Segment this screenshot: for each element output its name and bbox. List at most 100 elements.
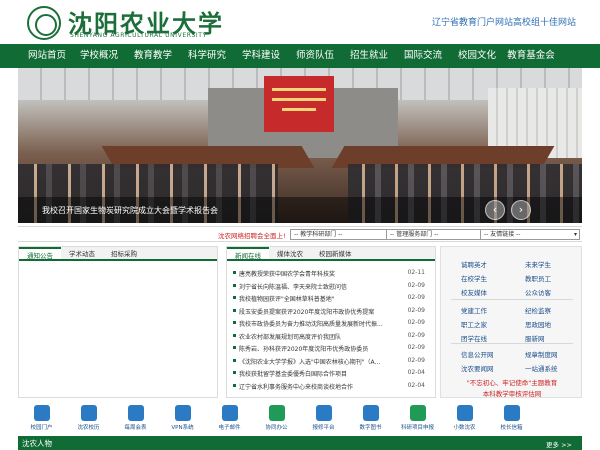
tab-bidding[interactable]: 招标采购	[103, 247, 145, 259]
nav-item-home[interactable]: 网站首页	[22, 44, 72, 68]
news-title[interactable]: 我校获批留学基金委優秀白国际合作项目	[239, 369, 419, 378]
tab-new-media[interactable]: 校园新媒体	[311, 247, 360, 259]
nav-item-international[interactable]: 国际交流	[396, 44, 450, 68]
link-grid-item[interactable]: 思政园地	[525, 319, 551, 329]
link-grid-item[interactable]: 规章制度网	[525, 349, 558, 359]
university-seal-logo[interactable]	[27, 6, 61, 40]
screen-line	[272, 88, 326, 91]
bullet-icon	[233, 296, 236, 299]
banner-caption[interactable]: 我校召开国家生物炭研究院成立大会暨学术报告会	[42, 205, 218, 216]
recruitment-marquee[interactable]: 沈农网络招聘会全面上!	[218, 230, 286, 240]
nav-item-faculty[interactable]: 师资队伍	[288, 44, 342, 68]
news-date: 02-09	[407, 319, 425, 326]
news-item[interactable]: 农业农村部发展规划司高度评价我团队 02-09	[233, 330, 429, 343]
news-date: 02-09	[407, 356, 425, 364]
news-item[interactable]: 辽宁省水利事务服务中心来校商谈校地合作 02-04	[233, 380, 429, 393]
news-title[interactable]: 农业农村部发展规划司高度评价我团队	[239, 332, 419, 341]
service-link-library-icon[interactable]: 数字图书	[347, 402, 394, 434]
news-title[interactable]: 段玉安委员提案获评2020年度沈阳市政协优秀提案	[239, 307, 419, 316]
select-value: -- 管理服务部门 --	[390, 231, 439, 238]
link-grid-item[interactable]: 团学在线	[461, 333, 487, 343]
link-grid-item[interactable]: 服新网	[525, 333, 545, 343]
news-item[interactable]: 段玉安委员提案获评2020年度沈阳市政协优秀提案 02-09	[233, 305, 429, 318]
service-link-president-mail-icon[interactable]: 校长信箱	[488, 402, 535, 434]
nav-item-foundation[interactable]: 教育基金会	[504, 44, 558, 68]
friendly-links-select[interactable]: -- 友情链接 -- ▾	[480, 229, 580, 240]
news-item[interactable]: 《沈阳农业大学学报》入选"中国农林核心期刊"（A... 02-09	[233, 355, 429, 368]
bullet-icon	[233, 283, 236, 287]
nav-item-research[interactable]: 科学研究	[180, 44, 234, 68]
nav-item-disciplines[interactable]: 学科建设	[234, 44, 288, 68]
screen-line	[282, 108, 316, 111]
tab-academic[interactable]: 学术动态	[61, 247, 103, 259]
link-grid-item[interactable]: 纪检监察	[525, 305, 551, 315]
news-title[interactable]: 唐亮教授荣获中国农学会青年科技奖	[239, 269, 419, 278]
nav-item-admissions[interactable]: 招生就业	[342, 44, 396, 68]
divider	[451, 343, 573, 344]
link-grid-item[interactable]: 诚聘英才	[461, 259, 487, 269]
news-title[interactable]: 陈秀岩、孙科获评2020年度沈阳市优秀政协委员	[239, 344, 419, 353]
nav-item-culture[interactable]: 校园文化	[450, 44, 504, 68]
blank-icon	[550, 405, 567, 421]
tab-news-online[interactable]: 新闻在线	[227, 247, 269, 260]
service-link-research-icon[interactable]: 科研项目申报	[394, 402, 441, 434]
link-grid-item[interactable]: 校友媒体	[461, 287, 487, 297]
news-item[interactable]: 我校植物园获评"全国林草科普基地" 02-09	[233, 292, 429, 305]
link-grid-item[interactable]: 一站通系统	[525, 363, 558, 373]
nav-item-education[interactable]: 教育教学	[126, 44, 180, 68]
service-link-calendar-icon[interactable]: 沈农校历	[65, 402, 112, 434]
banner-prev-button[interactable]: ‹	[485, 200, 505, 220]
news-item[interactable]: 唐亮教授荣获中国农学会青年科技奖 02-11	[233, 267, 429, 280]
link-grid-item[interactable]: 职工之家	[461, 319, 487, 329]
news-title[interactable]: 我校市政协委员为奋力推动沈阳高质量发展新时代振...	[239, 319, 419, 328]
calendar-icon	[80, 405, 97, 421]
office-icon	[268, 405, 285, 421]
link-grid-item[interactable]: 未来学生	[525, 259, 551, 269]
tab-media[interactable]: 媒体沈农	[269, 247, 311, 259]
mail-icon	[221, 405, 238, 421]
management-service-select[interactable]: -- 管理服务部门 -- ▾	[386, 229, 488, 240]
service-link-mail-icon[interactable]: 电子邮件	[206, 402, 253, 434]
service-link-schedule-icon[interactable]: 每周会表	[112, 402, 159, 434]
service-label: 校长信箱	[500, 425, 523, 431]
news-item[interactable]: 我校市政协委员为奋力推动沈阳高质量发展新时代振... 02-09	[233, 317, 429, 330]
link-grid-item[interactable]: 教职员工	[525, 273, 551, 283]
service-link-compass-icon[interactable]: 小数沈农	[441, 402, 488, 434]
banner-next-button[interactable]: ›	[511, 200, 531, 220]
news-item[interactable]: 我校获批留学基金委優秀白国际合作项目 02-04	[233, 367, 429, 380]
link-grid-item[interactable]: 在校学生	[461, 273, 487, 283]
news-title[interactable]: 辽宁省水利事务服务中心来校商谈校地合作	[239, 382, 419, 391]
nav-item-overview[interactable]: 学校概况	[72, 44, 126, 68]
service-link-vpn-icon[interactable]: VPN系统	[159, 402, 206, 434]
news-item[interactable]: 陈秀岩、孙科获评2020年度沈阳市优秀政协委员 02-09	[233, 342, 429, 355]
link-grid-item[interactable]: 沈农要闻网	[461, 363, 494, 373]
service-link-portal-icon[interactable]: 校园门户	[18, 402, 65, 434]
news-title[interactable]: 《沈阳农业大学学报》入选"中国农林核心期刊"（A...	[239, 357, 419, 366]
news-title[interactable]: 刘宁省长向陈温福、李天来院士致慰问信	[239, 282, 419, 291]
news-date: 02-09	[407, 294, 425, 301]
more-link[interactable]: 更多 >>	[546, 439, 572, 449]
featured-link[interactable]: 本科教学审核评估网	[441, 388, 583, 398]
news-panel-tabs: 新闻在线 媒体沈农 校园新媒体	[227, 247, 435, 261]
tab-notices[interactable]: 通知公告	[19, 247, 61, 260]
news-item[interactable]: 刘宁省长向陈温福、李天来院士致慰问信 02-09	[233, 280, 429, 293]
page: 沈阳农业大学 SHENYANG AGRICULTURAL UNIVERSITY …	[0, 0, 600, 450]
featured-link[interactable]: "不忘初心、牢记使命"主题教育	[441, 377, 583, 387]
link-grid-item[interactable]: 公众访客	[525, 287, 551, 297]
news-title[interactable]: 我校植物园获评"全国林草科普基地"	[239, 294, 419, 303]
logo-english-name: SHENYANG AGRICULTURAL UNIVERSITY	[70, 32, 207, 39]
research-icon	[409, 405, 426, 421]
chevron-down-icon: ▾	[573, 231, 577, 238]
news-panel: 新闻在线 媒体沈农 校园新媒体 唐亮教授荣获中国农学会青年科技奖 02-11 刘宁省…	[226, 246, 436, 398]
service-link-office-icon[interactable]: 协同办公	[253, 402, 300, 434]
link-grid-item[interactable]: 党建工作	[461, 305, 487, 315]
people-section-bar: 沈农人物 更多 >>	[18, 436, 582, 450]
vpn-icon	[174, 405, 191, 421]
news-banner-slide[interactable]: 我校召开国家生物炭研究院成立大会暨学术报告会 ‹ ›	[18, 68, 582, 223]
service-link-repair-icon[interactable]: 报修平台	[300, 402, 347, 434]
teaching-research-select[interactable]: -- 教学科研部门 -- ▾	[290, 229, 396, 240]
news-date: 02-09	[407, 344, 425, 351]
service-link-blank-icon	[535, 402, 582, 434]
service-label: 数字图书	[359, 425, 382, 431]
link-grid-item[interactable]: 信息公开网	[461, 349, 494, 359]
